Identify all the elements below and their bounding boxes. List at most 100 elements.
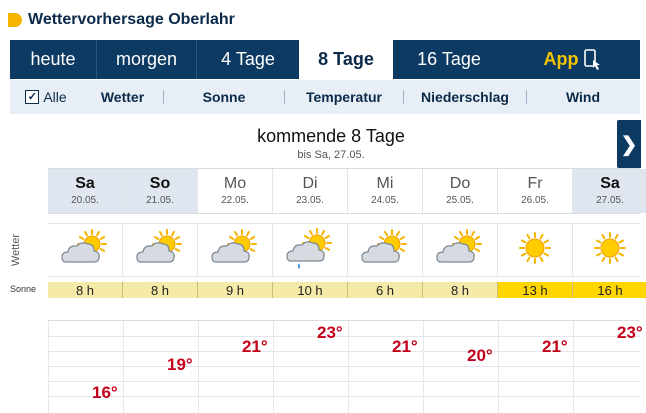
day-column-header[interactable]: Fr 26.05. <box>498 169 573 213</box>
cloud-rain-sun-icon <box>285 227 335 274</box>
weather-cell[interactable] <box>48 224 123 276</box>
partly-cloudy-icon <box>435 228 485 273</box>
grid-line <box>48 366 640 367</box>
day-column-header[interactable]: Sa 27.05. <box>573 169 646 213</box>
max-temperature: 21° <box>242 336 268 356</box>
weather-label-text: Wetter <box>10 233 23 267</box>
grid-line <box>48 321 49 413</box>
sunshine-hours: 8 h <box>423 282 498 298</box>
tab-8-tage[interactable]: 8 Tage <box>299 40 393 79</box>
day-header-row: Sa 20.05. So 21.05. Mo 22.05. Di 23.05. Mi 24.05.… <box>48 168 646 214</box>
alle-checkbox[interactable]: ✓ <box>25 90 40 104</box>
filter-wind[interactable]: Wind <box>527 80 639 114</box>
day-column-header[interactable]: Sa 20.05. <box>48 169 123 213</box>
day-date: 22.05. <box>221 195 249 206</box>
grid-line <box>573 321 574 413</box>
filter-niederschlag[interactable]: Niederschlag <box>404 80 526 114</box>
grid-line <box>198 321 199 413</box>
weather-icon-row <box>48 223 640 277</box>
logo-icon <box>8 13 22 27</box>
max-temperature: 19° <box>167 355 193 374</box>
day-date: 27.05. <box>596 195 624 206</box>
max-temperature: 16° <box>92 382 118 402</box>
sunshine-hours: 8 h <box>123 282 198 298</box>
day-date: 24.05. <box>371 195 399 206</box>
day-date: 20.05. <box>71 195 99 206</box>
sun-row-label: Sonne <box>10 284 37 294</box>
grid-line <box>348 321 349 413</box>
sunshine-hours: 8 h <box>48 282 123 298</box>
tab-16-tage[interactable]: 16 Tage <box>393 40 505 79</box>
day-name: So <box>149 175 171 192</box>
sunshine-row: 8 h8 h9 h 10 h6 h8 h 13 h 16 h <box>48 282 646 298</box>
day-column-header[interactable]: So 21.05. <box>123 169 198 213</box>
day-name: Do <box>449 175 471 192</box>
temperature-chart: 16° 19° 21° 23° 21° 20° 21° 23° <box>48 320 643 413</box>
next-period-button[interactable]: ❯ <box>617 120 641 168</box>
day-name: Mi <box>376 175 394 192</box>
phone-tap-icon <box>583 48 600 70</box>
max-temperature: 21° <box>542 336 568 356</box>
period-subtitle: bis Sa, 27.05. <box>297 149 365 161</box>
grid-line <box>423 321 424 413</box>
day-name: Fr <box>527 175 543 192</box>
weather-row-label: Wetter <box>2 226 30 274</box>
sun-icon <box>587 228 633 273</box>
grid-line <box>273 321 274 413</box>
day-name: Mo <box>223 175 247 192</box>
tab-heute[interactable]: heute <box>10 40 97 79</box>
partly-cloudy-icon <box>210 228 260 273</box>
day-date: 23.05. <box>296 195 324 206</box>
day-column-header[interactable]: Do 25.05. <box>423 169 498 213</box>
max-temperature: 21° <box>392 336 418 356</box>
weather-cell[interactable] <box>123 224 198 276</box>
period-title: kommende 8 Tage <box>257 126 405 146</box>
weather-cell[interactable] <box>498 224 573 276</box>
sunshine-hours: 6 h <box>348 282 423 298</box>
day-name: Di <box>302 175 318 192</box>
max-temperature: 20° <box>467 345 493 365</box>
day-column-header[interactable]: Di 23.05. <box>273 169 348 213</box>
weather-cell[interactable] <box>273 224 348 276</box>
filter-temperatur[interactable]: Temperatur <box>285 80 403 114</box>
filter-sonne[interactable]: Sonne <box>164 80 284 114</box>
day-name: Sa <box>600 175 620 192</box>
max-temperature: 23° <box>617 323 643 342</box>
weather-cell[interactable] <box>198 224 273 276</box>
app-label: App <box>543 49 579 69</box>
partly-cloudy-icon <box>360 228 410 273</box>
day-name: Sa <box>75 175 95 192</box>
tab-morgen[interactable]: morgen <box>97 40 197 79</box>
app-button[interactable]: App <box>505 40 640 79</box>
partly-cloudy-icon <box>60 228 110 273</box>
weather-cell[interactable] <box>423 224 498 276</box>
filter-alle-label: Alle <box>43 89 67 105</box>
day-date: 26.05. <box>521 195 549 206</box>
period-header: kommende 8 Tage bis Sa, 27.05. <box>48 122 614 166</box>
partly-cloudy-icon <box>135 228 185 273</box>
filter-wetter[interactable]: Wetter <box>82 80 163 114</box>
sunshine-hours: 10 h <box>273 282 348 298</box>
day-date: 21.05. <box>146 195 174 206</box>
grid-line <box>123 321 124 413</box>
grid-line <box>498 321 499 413</box>
filter-bar: ✓ Alle Wetter Sonne Temperatur Niedersch… <box>10 80 640 114</box>
forecast-tabs: heute morgen 4 Tage 8 Tage 16 Tage App <box>10 40 640 79</box>
day-date: 25.05. <box>446 195 474 206</box>
day-column-header[interactable]: Mi 24.05. <box>348 169 423 213</box>
max-temperature: 23° <box>317 323 343 342</box>
sun-icon <box>512 228 558 273</box>
weather-cell[interactable] <box>348 224 423 276</box>
tab-4-tage[interactable]: 4 Tage <box>197 40 299 79</box>
grid-line <box>48 396 640 397</box>
page-header: Wettervorhersage Oberlahr <box>8 8 235 32</box>
chevron-right-icon: ❯ <box>620 133 638 156</box>
weather-cell[interactable] <box>573 224 646 276</box>
sunshine-hours: 9 h <box>198 282 273 298</box>
page-title: Wettervorhersage Oberlahr <box>28 11 235 28</box>
sunshine-hours: 13 h <box>498 282 573 298</box>
sunshine-hours: 16 h <box>573 282 646 298</box>
filter-alle[interactable]: ✓ Alle <box>10 80 82 114</box>
grid-line <box>48 381 640 382</box>
day-column-header[interactable]: Mo 22.05. <box>198 169 273 213</box>
